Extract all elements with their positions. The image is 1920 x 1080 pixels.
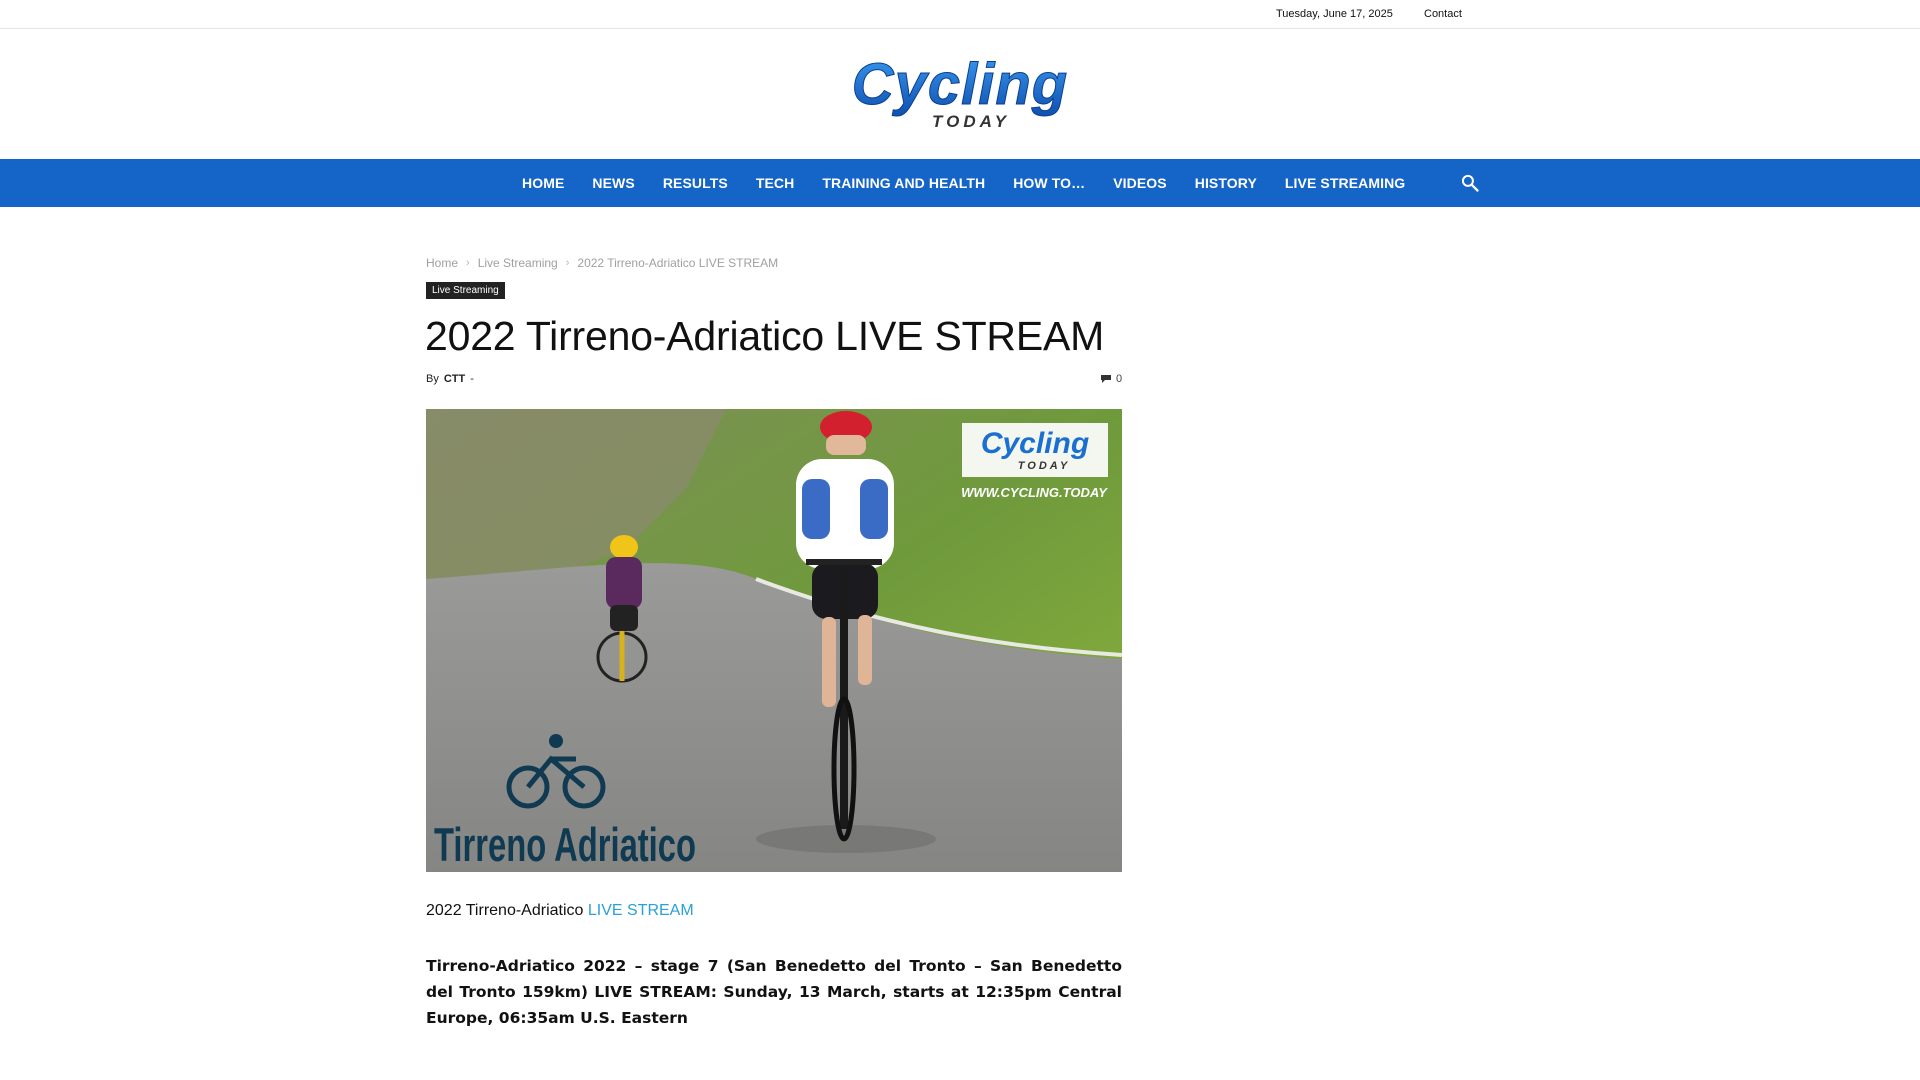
logo-word: Cycling xyxy=(852,56,1069,117)
search-icon[interactable] xyxy=(1460,173,1480,193)
chevron-right-icon: › xyxy=(466,257,470,269)
watermark-badge: Cycling TODAY xyxy=(962,423,1108,477)
nav-item-how-to[interactable]: HOW TO… xyxy=(999,159,1099,207)
nav-label: NEWS xyxy=(592,175,635,191)
nav-label: HOME xyxy=(522,175,565,191)
hero-image: Cycling TODAY WWW.CYCLING.TODAY Tirreno … xyxy=(426,409,1122,872)
nav-label: LIVE STREAMING xyxy=(1284,175,1406,191)
meta-dash: - xyxy=(470,373,474,385)
badge-url: WWW.CYCLING.TODAY xyxy=(961,485,1108,500)
live-stream-link[interactable]: LIVE STREAM xyxy=(588,902,694,919)
intro-text: 2022 Tirreno-Adriatico xyxy=(426,902,588,919)
nav-label: VIDEOS xyxy=(1113,175,1167,191)
author-link[interactable]: CTT xyxy=(444,373,465,385)
article-body: Tirreno-Adriatico 2022 – stage 7 (San Be… xyxy=(426,957,1122,1027)
article-title: 2022 Tirreno-Adriatico LIVE STREAM xyxy=(425,313,1105,359)
breadcrumb: Home › Live Streaming › 2022 Tirreno-Adr… xyxy=(426,256,778,270)
nav-item-videos[interactable]: VIDEOS xyxy=(1099,159,1181,207)
category-badge[interactable]: Live Streaming xyxy=(426,282,505,299)
nav-item-live-streaming[interactable]: LIVE STREAMING xyxy=(1271,159,1419,207)
by-label: By xyxy=(426,373,439,385)
current-date: Tuesday, June 17, 2025 xyxy=(1276,8,1393,20)
comment-icon xyxy=(1101,375,1111,383)
nav-item-history[interactable]: HISTORY xyxy=(1181,159,1271,207)
chevron-right-icon: › xyxy=(565,257,570,269)
top-bar: Tuesday, June 17, 2025 Contact xyxy=(0,0,1920,29)
main-nav: HOME NEWS RESULTS TECH TRAINING AND HEAL… xyxy=(0,159,1920,207)
article-meta: By CTT - xyxy=(426,373,474,385)
breadcrumb-category[interactable]: Live Streaming xyxy=(478,256,558,270)
race-logo-text: Tirreno Adriatico xyxy=(434,818,696,871)
nav-item-home[interactable]: HOME xyxy=(508,159,578,207)
nav-label: TRAINING AND HEALTH xyxy=(822,175,986,191)
badge-word: Cycling xyxy=(981,427,1089,460)
breadcrumb-current: 2022 Tirreno-Adriatico LIVE STREAM xyxy=(577,256,779,270)
nav-label: RESULTS xyxy=(662,175,728,191)
nav-label: HISTORY xyxy=(1194,175,1257,191)
nav-item-tech[interactable]: TECH xyxy=(742,159,809,207)
breadcrumb-home[interactable]: Home xyxy=(426,256,458,270)
logo-sub: TODAY xyxy=(932,112,1010,131)
nav-item-news[interactable]: NEWS xyxy=(578,159,648,207)
comment-count-value: 0 xyxy=(1116,373,1123,385)
nav-label: TECH xyxy=(755,175,795,191)
comment-count[interactable]: 0 xyxy=(1100,373,1122,385)
intro-line: 2022 Tirreno-Adriatico LIVE STREAM xyxy=(426,902,694,920)
contact-link[interactable]: Contact xyxy=(1424,8,1462,20)
badge-sub: TODAY xyxy=(1018,460,1071,472)
site-logo[interactable]: Cycling TODAY xyxy=(820,56,1100,138)
nav-label: HOW TO… xyxy=(1013,175,1086,191)
nav-item-results[interactable]: RESULTS xyxy=(649,159,742,207)
nav-item-training-and-health[interactable]: TRAINING AND HEALTH xyxy=(808,159,999,207)
